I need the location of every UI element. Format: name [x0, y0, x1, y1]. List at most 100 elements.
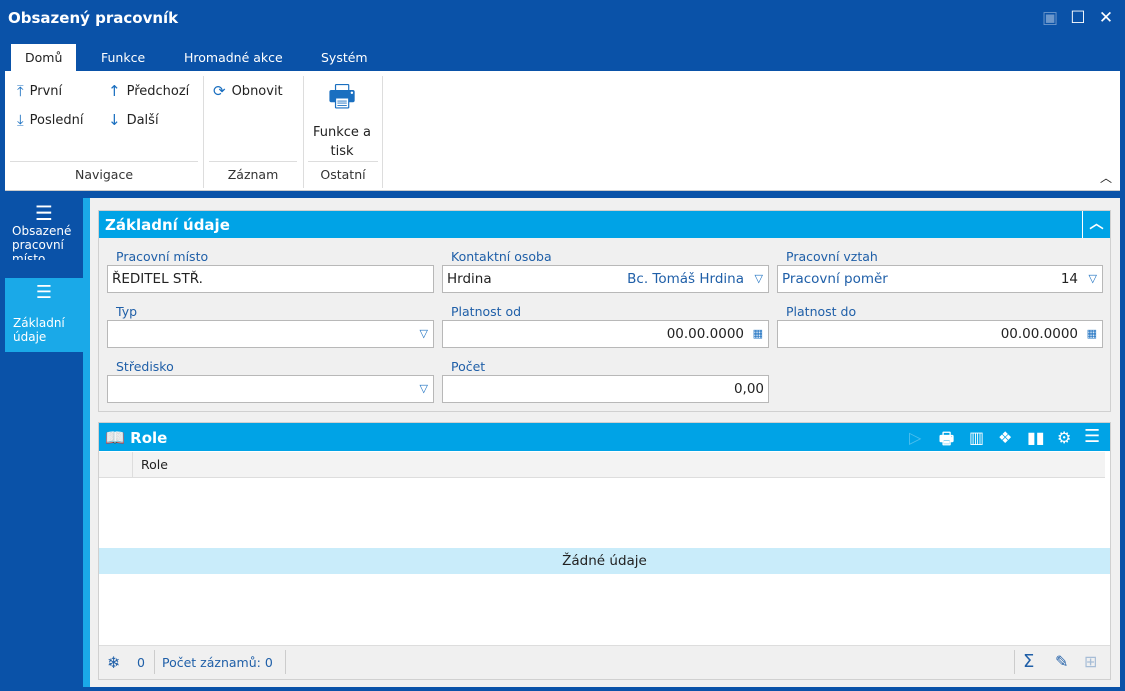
sidebar-item-basic-data[interactable]: ☰ Základní údaje	[5, 278, 83, 352]
role-header: 📖 Role ▷ 🖶 ▥ ❖ ▮▮ ⚙ ☰	[99, 423, 1110, 451]
first-label: První	[29, 83, 63, 99]
print-label-2: tisk	[330, 144, 354, 159]
type-select[interactable]: ▽	[107, 320, 434, 348]
dropdown-icon[interactable]: ▽	[420, 321, 428, 347]
center-select[interactable]: ▽	[107, 375, 434, 403]
restore-icon[interactable]: ▣	[1040, 8, 1060, 28]
empty-message: Žádné údaje	[99, 548, 1110, 574]
snowflake-icon[interactable]: ❄	[107, 653, 120, 672]
last-label: Poslední	[29, 112, 84, 128]
play-icon[interactable]: ▷	[909, 428, 921, 447]
ribbon-tabs: Domů Funkce Hromadné akce Systém	[5, 38, 1120, 71]
previous-label: Předchozí	[126, 83, 190, 99]
workplace-input[interactable]: ŘEDITEL STŘ.	[107, 265, 434, 293]
valid-from-value: 00.00.0000	[666, 326, 744, 342]
printer-icon: 🖶	[327, 79, 357, 114]
sum-icon[interactable]: Σ	[1023, 651, 1034, 672]
collapse-ribbon-icon[interactable]: ︿	[1100, 169, 1112, 186]
divider	[382, 76, 383, 188]
valid-to-input[interactable]: 00.00.0000 ▦	[777, 320, 1103, 348]
title-bar: Obsazený pracovník ▣ ☐ ✕	[0, 0, 1125, 37]
first-button[interactable]: ⤒ První	[17, 82, 62, 100]
count-label: Počet	[451, 359, 486, 374]
footer-count: 0	[137, 655, 145, 670]
arrow-up-icon: ↑	[108, 82, 121, 100]
refresh-label: Obnovit	[231, 83, 283, 99]
group-other: Ostatní	[320, 167, 366, 182]
table-header: Role	[99, 452, 1105, 478]
divider	[303, 76, 304, 188]
cubes-icon[interactable]: ❖	[998, 428, 1012, 447]
window-title: Obsazený pracovník	[8, 9, 179, 27]
book-icon: 📖	[105, 428, 125, 447]
valid-to-label: Platnost do	[786, 304, 857, 319]
list-icon: ☰	[35, 282, 53, 303]
section-title: Základní údaje	[105, 216, 230, 234]
label: místo	[12, 252, 46, 260]
menu-icon: ☰	[35, 201, 53, 225]
contact-label: Kontaktní osoba	[451, 249, 552, 264]
settings-icon[interactable]: ⚙	[1057, 428, 1071, 447]
refresh-button[interactable]: ⟳ Obnovit	[213, 82, 283, 100]
calendar-icon[interactable]: ▦	[753, 321, 763, 347]
valid-to-value: 00.00.0000	[1000, 326, 1078, 342]
type-label: Typ	[116, 304, 138, 319]
count-input[interactable]: 0,00	[442, 375, 769, 403]
menu-icon[interactable]: ☰	[1084, 426, 1100, 447]
record-count: Počet záznamů: 0	[162, 655, 273, 670]
relation-value: Pracovní poměr	[782, 271, 888, 287]
role-title: Role	[130, 429, 168, 447]
previous-button[interactable]: ↑ Předchozí	[108, 82, 189, 100]
dropdown-icon[interactable]: ▽	[420, 376, 428, 402]
arrow-down-icon: ↓	[108, 111, 121, 129]
collapse-section-icon[interactable]: ︿	[1082, 211, 1110, 238]
contact-name: Bc. Tomáš Hrdina	[627, 271, 744, 287]
section-header: Základní údaje ︿	[99, 211, 1110, 238]
label: údaje	[13, 330, 47, 344]
contact-input[interactable]: Hrdina Bc. Tomáš Hrdina ▽	[442, 265, 769, 293]
column-role[interactable]: Role	[132, 452, 176, 478]
table-footer: ❄ 0 Počet záznamů: 0 Σ ✎ ⊞	[99, 645, 1110, 679]
last-button[interactable]: ⤓ Poslední	[17, 111, 83, 129]
tab-functions[interactable]: Funkce	[87, 44, 159, 71]
print-label-1: Funkce a	[312, 125, 372, 140]
label: Základní	[13, 316, 65, 330]
role-section: 📖 Role ▷ 🖶 ▥ ❖ ▮▮ ⚙ ☰ Role Žádné údaje ❄…	[98, 422, 1111, 680]
next-label: Další	[126, 112, 159, 128]
calendar-icon[interactable]: ▦	[1087, 321, 1097, 347]
relation-code: 14	[1060, 271, 1078, 287]
contact-value: Hrdina	[447, 271, 492, 287]
maximize-button[interactable]: ☐	[1068, 8, 1088, 28]
center-label: Středisko	[116, 359, 174, 374]
divider	[203, 76, 204, 188]
sidebar: ☰ Obsazené pracovní místo ☰ Základní úda…	[5, 198, 83, 687]
next-button[interactable]: ↓ Další	[108, 111, 159, 129]
dropdown-icon[interactable]: ▽	[1089, 266, 1097, 292]
tab-system[interactable]: Systém	[307, 44, 382, 71]
label: Obsazené	[12, 224, 72, 238]
relation-input[interactable]: Pracovní poměr 14 ▽	[777, 265, 1103, 293]
tab-home[interactable]: Domů	[11, 44, 77, 71]
sidebar-item-occupied-position[interactable]: ☰ Obsazené pracovní místo	[5, 198, 83, 276]
workplace-label: Pracovní místo	[116, 249, 209, 264]
add-record-icon[interactable]: ⊞	[1084, 652, 1097, 671]
arrow-top-icon: ⤒	[17, 82, 24, 100]
print-icon[interactable]: 🖶	[939, 428, 954, 455]
edit-icon[interactable]: ✎	[1055, 652, 1068, 671]
valid-from-label: Platnost od	[451, 304, 522, 319]
sidebar-strip	[83, 198, 90, 687]
valid-from-input[interactable]: 00.00.0000 ▦	[442, 320, 769, 348]
columns-icon[interactable]: ▮▮	[1027, 428, 1045, 447]
close-button[interactable]: ✕	[1096, 8, 1116, 28]
functions-print-button[interactable]: 🖶 Funkce a tisk	[307, 79, 377, 161]
basic-data-section: Základní údaje ︿ Pracovní místo ŘEDITEL …	[98, 210, 1111, 412]
group-record: Záznam	[227, 167, 279, 182]
refresh-icon: ⟳	[213, 82, 226, 100]
relation-label: Pracovní vztah	[786, 249, 878, 264]
chart-icon[interactable]: ▥	[969, 428, 984, 447]
arrow-bottom-icon: ⤓	[17, 111, 24, 129]
tab-bulk-actions[interactable]: Hromadné akce	[170, 44, 297, 71]
label: pracovní	[12, 238, 64, 252]
group-navigation: Navigace	[74, 167, 134, 182]
dropdown-icon[interactable]: ▽	[755, 266, 763, 292]
